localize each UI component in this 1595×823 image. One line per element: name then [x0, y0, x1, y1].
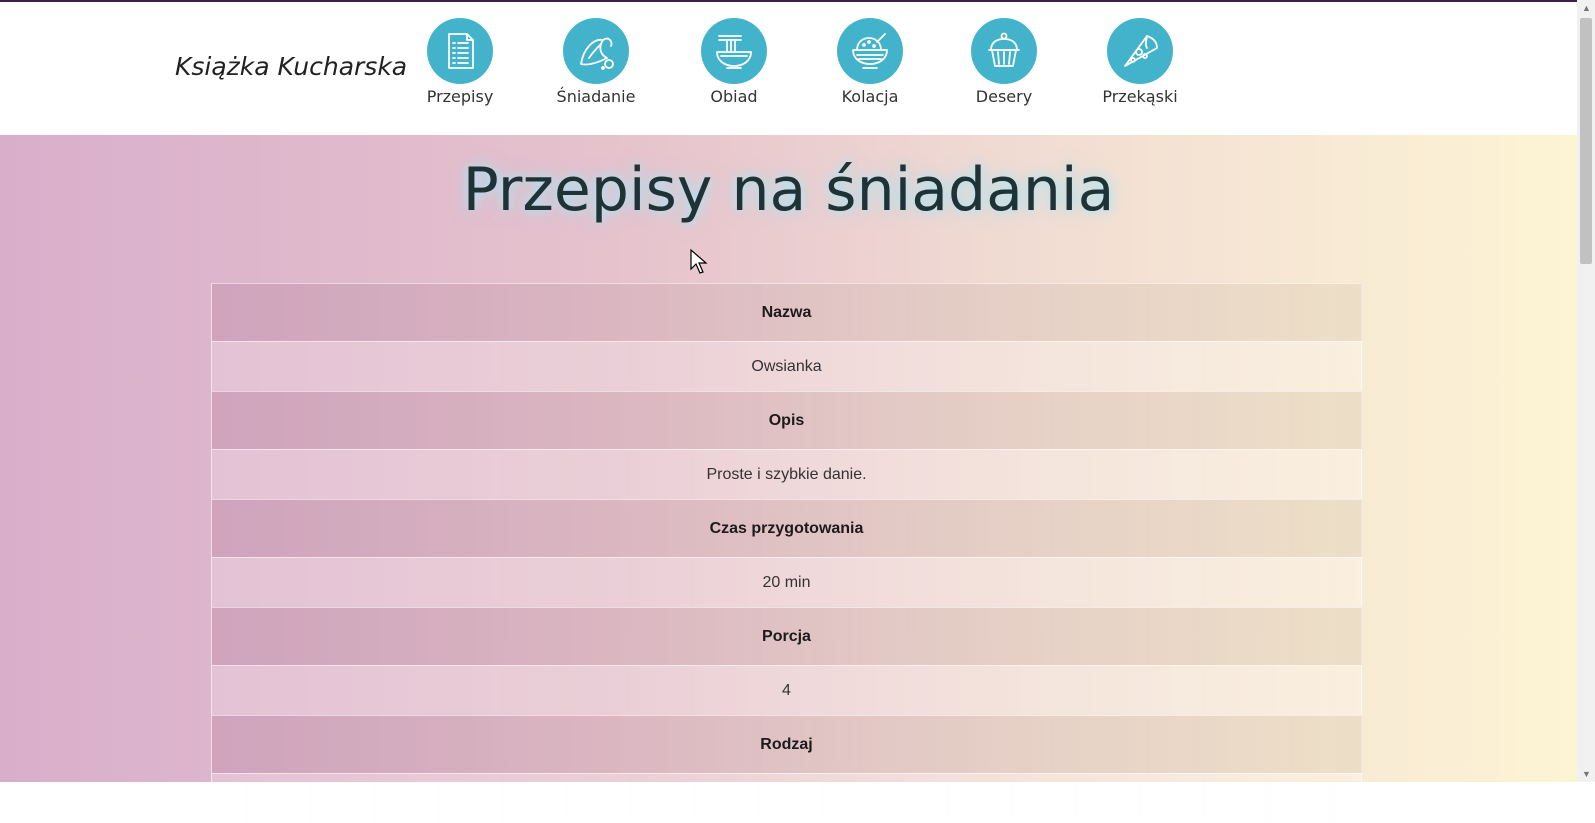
noodle-bowl-icon	[701, 18, 767, 84]
nav-label: Desery	[975, 87, 1033, 106]
scroll-down-icon[interactable]: ▼	[1582, 769, 1591, 779]
table-header-cell: Opis	[211, 391, 1362, 449]
main-content: Przepisy na śniadania Nazwa Owsianka Opi…	[0, 135, 1577, 823]
page-title: Przepisy na śniadania	[462, 155, 1115, 225]
nav-item-przekaski[interactable]: Przekąski	[1085, 18, 1195, 106]
table-header-cell: Nazwa	[211, 283, 1362, 341]
site-brand[interactable]: Książka Kucharska	[175, 52, 407, 81]
table-header-cell: Porcja	[211, 607, 1362, 665]
table-header-cell: Czas przygotowania	[211, 499, 1362, 557]
recipe-table: Nazwa Owsianka Opis Proste i szybkie dan…	[211, 283, 1362, 823]
nav-item-kolacja[interactable]: Kolacja	[815, 18, 925, 106]
table-value-cell: Owsianka	[211, 341, 1362, 391]
croissant-icon	[563, 18, 629, 84]
mouse-cursor-icon	[690, 248, 708, 280]
scrollbar-thumb[interactable]	[1580, 18, 1592, 264]
cupcake-icon	[971, 18, 1037, 84]
nav-item-obiad[interactable]: Obiad	[679, 18, 789, 106]
nav-item-przepisy[interactable]: Przepisy	[405, 18, 515, 106]
pizza-slice-icon	[1107, 18, 1173, 84]
nav-item-desery[interactable]: Desery	[949, 18, 1059, 106]
table-header-cell: Rodzaj	[211, 715, 1362, 773]
table-value-cell: Proste i szybkie danie.	[211, 449, 1362, 499]
nav-label: Przekąski	[1102, 87, 1178, 106]
table-value-cell: 4	[211, 665, 1362, 715]
scroll-up-icon[interactable]: ▲	[1582, 3, 1591, 13]
page-scrollbar[interactable]: ▲ ▼	[1577, 0, 1595, 782]
table-value-cell: 20 min	[211, 557, 1362, 607]
nav-label: Obiad	[710, 87, 758, 106]
table-value-cell	[211, 773, 1362, 823]
site-header: Książka Kucharska Przepisy Śniadanie Obi…	[0, 2, 1577, 135]
recipe-list-icon	[427, 18, 493, 84]
salad-bowl-icon	[837, 18, 903, 84]
nav-label: Śniadanie	[556, 87, 636, 106]
nav-item-sniadanie[interactable]: Śniadanie	[541, 18, 651, 106]
nav-label: Przepisy	[426, 87, 494, 106]
nav-label: Kolacja	[841, 87, 899, 106]
